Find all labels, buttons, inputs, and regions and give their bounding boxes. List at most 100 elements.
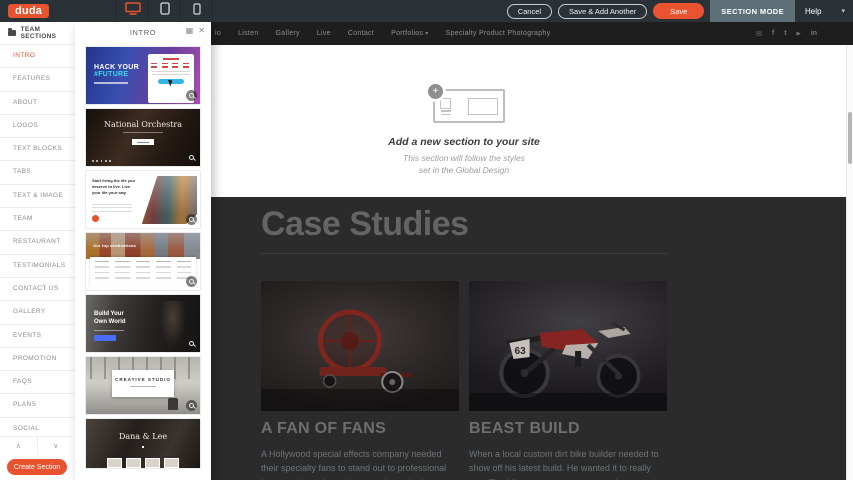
nav-item-live[interactable]: Live — [317, 30, 331, 37]
plus-icon[interactable]: + — [425, 81, 446, 102]
sidebar-item-features[interactable]: FEATURES — [0, 67, 75, 90]
template-heading: National Orchestra — [86, 120, 200, 129]
zoom-preview-icon[interactable] — [186, 152, 197, 163]
zoom-preview-icon[interactable] — [186, 214, 197, 225]
save-add-another-button[interactable]: Save & Add Another — [558, 4, 647, 19]
sidebar-item-tabs[interactable]: TABS — [0, 160, 75, 183]
text-line-decoration — [123, 132, 163, 133]
panel-header: INTRO ▦ ✕ — [75, 22, 211, 42]
mobile-device-button[interactable] — [181, 0, 213, 22]
section-mode-badge: SECTION MODE — [710, 0, 795, 22]
desktop-device-button[interactable] — [116, 0, 149, 22]
chevron-down-icon: ▾ — [425, 31, 428, 37]
sidebar-item-restaurant[interactable]: RESTAURANT — [0, 230, 75, 253]
toolbar-actions: Cancel Save & Add Another Save SECTION M… — [507, 0, 853, 22]
sidebar-item-contact-us[interactable]: CONTACT US — [0, 277, 75, 300]
sidebar-item-testimonials[interactable]: TESTIMONIALS — [0, 254, 75, 277]
template-heading: Our top destinations — [93, 243, 136, 248]
template-hack-your-future[interactable]: HACK YOUR #FUTURE — [86, 47, 200, 104]
scroll-down-button[interactable]: ∨ — [38, 437, 75, 454]
chevron-down-icon: ∨ — [53, 442, 58, 450]
zoom-preview-icon[interactable] — [186, 338, 197, 349]
facebook-icon[interactable]: f — [772, 30, 774, 37]
create-section-button[interactable]: Create Section — [7, 459, 67, 475]
help-menu[interactable]: Help — [805, 7, 821, 16]
cancel-button[interactable]: Cancel — [507, 4, 552, 19]
save-button[interactable]: Save — [653, 3, 704, 19]
sidebar-header: TEAM SECTIONS — [0, 22, 75, 44]
blue-button-decoration — [94, 335, 116, 341]
template-creative-studio[interactable]: CREATIVE STUDIO — [86, 357, 200, 414]
sidebar-item-promotion[interactable]: PROMOTION — [0, 347, 75, 370]
site-nav: io Listen Gallery Live Contact Portfolio… — [215, 30, 550, 37]
device-switcher — [116, 0, 213, 22]
template-heading: Dana & Lee — [86, 432, 200, 441]
scroll-up-button[interactable]: ∧ — [0, 437, 38, 454]
sections-sidebar: TEAM SECTIONS INTRO FEATURES ABOUT LOGOS… — [0, 22, 76, 480]
sidebar-item-events[interactable]: EVENTS — [0, 324, 75, 347]
template-national-orchestra[interactable]: National Orchestra — [86, 109, 200, 166]
tablet-icon — [160, 2, 170, 20]
sidebar-item-text-blocks[interactable]: TEXT BLOCKS — [0, 137, 75, 160]
tablet-device-button[interactable] — [149, 0, 181, 22]
desktop-icon — [125, 2, 141, 20]
zoom-preview-icon[interactable] — [186, 276, 197, 287]
page-scrollbar[interactable] — [846, 45, 853, 480]
sidebar-item-faqs[interactable]: FAQS — [0, 370, 75, 393]
nav-item-partial[interactable]: io — [215, 30, 221, 37]
zoom-preview-icon[interactable] — [186, 90, 197, 101]
sidebar-item-plans[interactable]: PLANS — [0, 393, 75, 416]
nav-item-portfolios[interactable]: Portfolios▾ — [391, 30, 429, 37]
template-top-destinations[interactable]: Our top destinations — [86, 233, 200, 290]
cursor-icon — [168, 79, 174, 87]
card-body: A Hollywood special effects company need… — [261, 447, 459, 480]
nav-item-listen[interactable]: Listen — [238, 30, 258, 37]
nav-item-gallery[interactable]: Gallery — [276, 30, 300, 37]
slider-dots — [92, 160, 111, 162]
case-study-card-fan: A FAN OF FANS A Hollywood special effect… — [261, 281, 459, 480]
chevron-up-icon: ∧ — [16, 442, 21, 450]
sidebar-item-logos[interactable]: LOGOS — [0, 114, 75, 137]
sidebar-item-gallery[interactable]: GALLERY — [0, 300, 75, 323]
template-heading: HACK YOUR #FUTURE — [94, 64, 139, 84]
nav-item-specialty-product-photography[interactable]: Specialty Product Photography — [446, 30, 551, 37]
sidebar-header-label: TEAM SECTIONS — [21, 26, 75, 40]
sidebar-scroll-arrows: ∧ ∨ — [0, 436, 74, 454]
folder-icon — [8, 30, 16, 36]
youtube-icon[interactable]: ▶ — [797, 31, 801, 37]
fan-machine-image — [261, 281, 459, 411]
email-icon[interactable]: ✉ — [756, 30, 762, 38]
scrollbar-thumb[interactable] — [848, 112, 852, 164]
linkedin-icon[interactable]: in — [811, 30, 817, 37]
zoom-preview-icon[interactable] — [186, 400, 197, 411]
dirt-bike-image: 63 — [469, 281, 667, 411]
nav-item-contact[interactable]: Contact — [348, 30, 374, 37]
case-studies-container: Case Studies — [261, 197, 667, 480]
card-title: A FAN OF FANS — [261, 420, 459, 438]
grid-view-icon[interactable]: ▦ — [186, 27, 194, 35]
template-start-living[interactable]: Start living the life you deserve to liv… — [86, 171, 200, 228]
template-dana-and-lee[interactable]: Dana & Lee — [86, 419, 200, 468]
nav-item-label: Portfolios — [391, 30, 423, 37]
table-decoration — [90, 257, 196, 287]
close-icon[interactable]: ✕ — [198, 27, 205, 35]
dirt-bike-illustration: 63 — [469, 281, 667, 411]
card-title: BEAST BUILD — [469, 420, 667, 438]
add-section-placeholder[interactable]: + Add a new section to your site This se… — [344, 89, 584, 177]
template-heading: Start living the life you deserve to liv… — [92, 178, 136, 196]
card-body: When a local custom dirt bike builder ne… — [469, 447, 667, 480]
template-heading: Build Your Own World — [94, 311, 126, 341]
fan-machine-illustration — [261, 281, 459, 411]
sidebar-item-text-image[interactable]: TEXT & IMAGE — [0, 184, 75, 207]
chevron-down-icon[interactable]: ▾ — [841, 7, 845, 15]
duda-logo[interactable]: duda — [8, 4, 49, 18]
twitter-icon[interactable]: t — [784, 30, 786, 37]
case-study-card-bike: 63 BEAST BUILD — [469, 281, 667, 480]
sidebar-item-intro[interactable]: INTRO — [0, 44, 75, 67]
add-section-subtitle: This section will follow the styles set … — [344, 153, 584, 177]
add-section-title: Add a new section to your site — [344, 136, 584, 148]
template-build-your-own-world[interactable]: Build Your Own World — [86, 295, 200, 352]
template-list: HACK YOUR #FUTURE National Orchestra — [75, 42, 211, 468]
sidebar-item-about[interactable]: ABOUT — [0, 91, 75, 114]
sidebar-item-team[interactable]: TEAM — [0, 207, 75, 230]
